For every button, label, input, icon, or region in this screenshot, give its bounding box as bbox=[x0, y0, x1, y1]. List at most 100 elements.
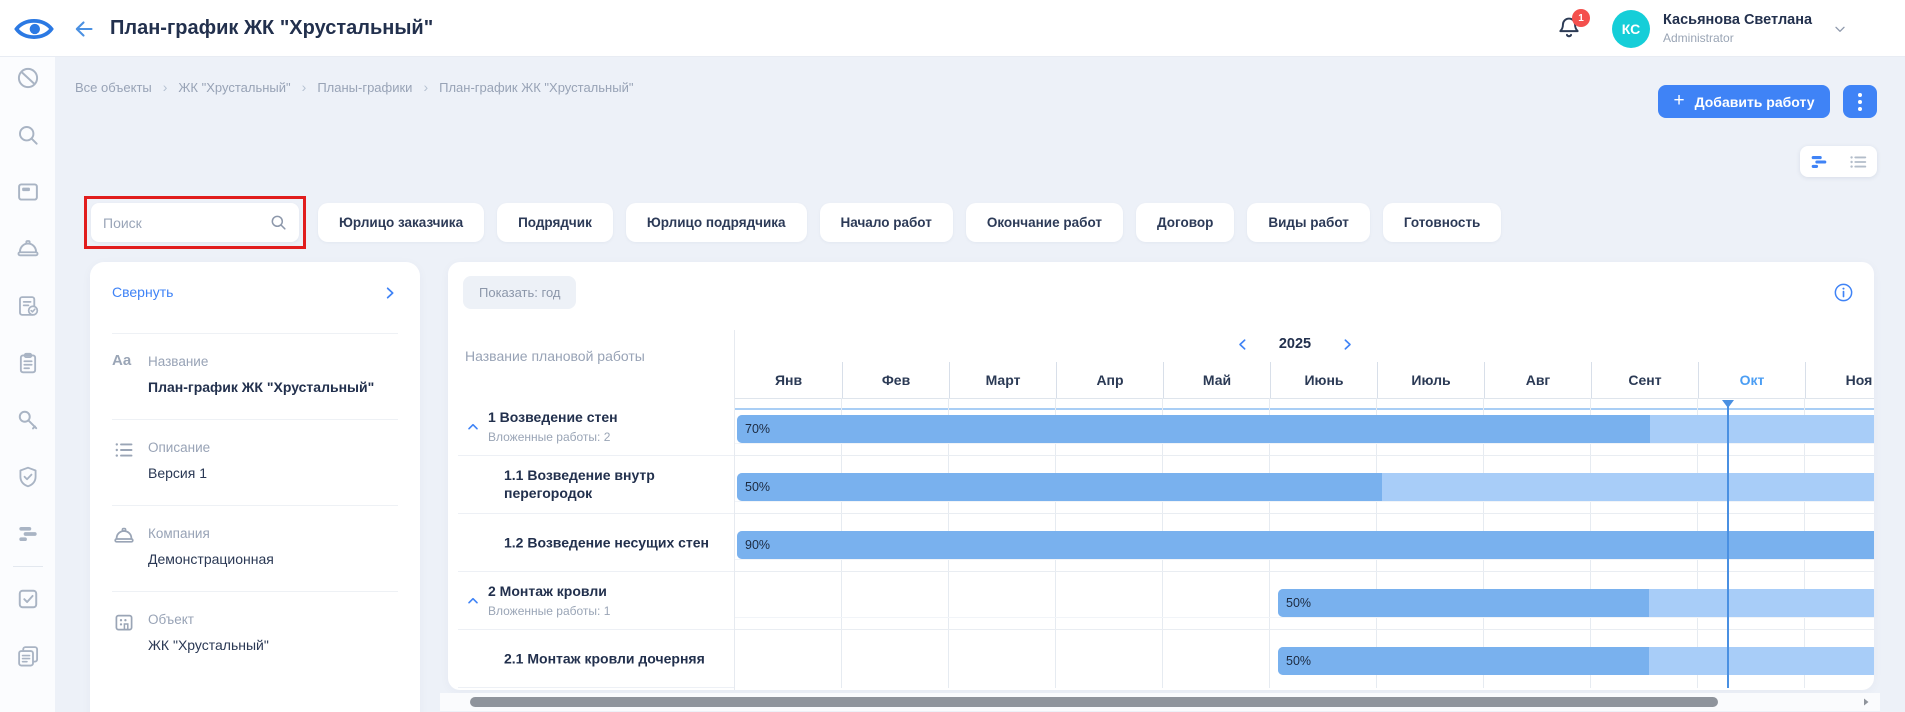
back-arrow-icon[interactable] bbox=[72, 17, 96, 41]
month-header-cell: Сент bbox=[1591, 362, 1698, 398]
field-value: План-график ЖК "Хрустальный" bbox=[148, 379, 398, 395]
plan-field: КомпанияДемонстрационная bbox=[112, 505, 398, 591]
prev-year-chevron-left-icon[interactable] bbox=[1235, 337, 1250, 352]
plan-field: ОбъектЖК "Хрустальный" bbox=[112, 591, 398, 677]
list-view-icon[interactable] bbox=[1847, 151, 1869, 173]
scrollbar-thumb[interactable] bbox=[470, 697, 1718, 707]
breadcrumb-separator-icon: › bbox=[163, 79, 168, 95]
shield-check-icon bbox=[15, 464, 41, 490]
scrollbar-right-arrow-icon[interactable] bbox=[1860, 696, 1872, 708]
filter-chip[interactable]: Виды работ bbox=[1247, 203, 1370, 242]
row-sub-gridline bbox=[735, 501, 1874, 502]
sidebar-item-copy[interactable] bbox=[15, 643, 41, 669]
filter-chip[interactable]: Начало работ bbox=[820, 203, 953, 242]
month-header-row: ЯнвФевМартАпрМайИюньИюльАвгСентОктНоя bbox=[735, 362, 1874, 398]
progress-label: 90% bbox=[745, 538, 770, 552]
checkbox-icon bbox=[15, 586, 41, 612]
breadcrumb: Все объекты›ЖК "Хрустальный"›Планы-графи… bbox=[75, 79, 633, 95]
gantt-bar[interactable]: 70% bbox=[737, 415, 1874, 443]
horizontal-scrollbar bbox=[440, 693, 1880, 711]
sidebar-item-key[interactable] bbox=[15, 407, 41, 433]
plan-field: AaНазваниеПлан-график ЖК "Хрустальный" bbox=[112, 333, 398, 419]
year-navigation: 2025 bbox=[1235, 334, 1355, 354]
field-label: Название bbox=[148, 354, 398, 369]
building-icon bbox=[112, 610, 136, 634]
task-name: 1.2 Возведение несущих стен bbox=[504, 533, 726, 552]
gantt-bar[interactable]: 50% bbox=[1278, 647, 1874, 675]
user-menu-chevron-down-icon[interactable] bbox=[1832, 21, 1848, 37]
breadcrumb-item[interactable]: План-график ЖК "Хрустальный" bbox=[439, 80, 633, 95]
row-gridline bbox=[735, 571, 1874, 572]
month-header-cell: Авг bbox=[1484, 362, 1591, 398]
gantt-chart: 2025 ЯнвФевМартАпрМайИюньИюльАвгСентОктН… bbox=[735, 262, 1874, 690]
gantt-bar-progress bbox=[1278, 647, 1649, 675]
field-value: Версия 1 bbox=[148, 465, 398, 481]
task-subtitle: Вложенные работы: 1 bbox=[488, 603, 726, 619]
filter-chip-row: Юрлицо заказчика Подрядчик Юрлицо подрядчи… bbox=[318, 203, 1501, 242]
gantt-bar[interactable]: 90% bbox=[737, 531, 1874, 559]
more-actions-button[interactable] bbox=[1843, 85, 1877, 118]
month-header-cell: Март bbox=[949, 362, 1056, 398]
breadcrumb-item[interactable]: ЖК "Хрустальный" bbox=[178, 80, 290, 95]
search-icon[interactable] bbox=[269, 213, 288, 232]
task-row[interactable]: 1.2 Возведение несущих стен bbox=[458, 514, 734, 572]
avatar[interactable]: КС bbox=[1612, 10, 1650, 48]
gantt-nav-icon bbox=[15, 521, 41, 547]
row-gridline bbox=[735, 455, 1874, 456]
search-input[interactable] bbox=[103, 203, 263, 242]
app-logo-eye-icon[interactable] bbox=[14, 13, 54, 45]
sidebar-item-shield-check[interactable] bbox=[15, 464, 41, 490]
gantt-bar[interactable]: 50% bbox=[1278, 589, 1874, 617]
sidebar-item-helmet[interactable] bbox=[15, 236, 41, 262]
plan-check-icon bbox=[15, 293, 41, 319]
field-label: Объект bbox=[148, 612, 398, 627]
task-row[interactable]: 2 Монтаж кровлиВложенные работы: 1 bbox=[458, 572, 734, 630]
chevron-up-icon[interactable] bbox=[465, 593, 481, 609]
progress-label: 50% bbox=[745, 480, 770, 494]
sidebar-item-checkbox[interactable] bbox=[15, 586, 41, 612]
gantt-view-icon[interactable] bbox=[1808, 151, 1830, 173]
sidebar-item-search[interactable] bbox=[15, 122, 41, 148]
next-year-chevron-right-icon[interactable] bbox=[1340, 337, 1355, 352]
task-row[interactable]: 1.1 Возведение внутр перегородок bbox=[458, 456, 734, 514]
sidebar-item-gantt-nav[interactable] bbox=[15, 521, 41, 547]
filter-chip[interactable]: Окончание работ bbox=[966, 203, 1123, 242]
notifications-button[interactable]: 1 bbox=[1556, 14, 1590, 46]
gantt-bar[interactable]: 50% bbox=[737, 473, 1874, 501]
today-line bbox=[1727, 400, 1729, 688]
row-gridline bbox=[735, 513, 1874, 514]
filter-chip[interactable]: Подрядчик bbox=[497, 203, 613, 242]
task-list-rows: 1 Возведение стенВложенные работы: 2 1.1 … bbox=[448, 398, 734, 688]
sidebar-item-plan-check[interactable] bbox=[15, 293, 41, 319]
chevron-right-icon[interactable] bbox=[382, 285, 398, 301]
view-toggle bbox=[1800, 146, 1877, 177]
filter-chip[interactable]: Договор bbox=[1136, 203, 1234, 242]
kebab-icon bbox=[1858, 93, 1862, 111]
breadcrumb-item[interactable]: Планы-графики bbox=[317, 80, 412, 95]
collapse-link[interactable]: Свернуть bbox=[112, 284, 173, 300]
task-name: 1 Возведение стенВложенные работы: 2 bbox=[488, 407, 726, 445]
chevron-up-icon[interactable] bbox=[465, 419, 481, 435]
breadcrumb-item[interactable]: Все объекты bbox=[75, 80, 152, 95]
add-work-button[interactable]: + Добавить работу bbox=[1658, 85, 1830, 118]
task-row[interactable]: 2.1 Монтаж кровли дочерняя bbox=[458, 630, 734, 688]
month-header-cell: Окт bbox=[1698, 362, 1805, 398]
collapse-row: Свернуть bbox=[112, 284, 398, 304]
sidebar-item-panel[interactable] bbox=[15, 179, 41, 205]
sidebar-item-clipboard[interactable] bbox=[15, 350, 41, 376]
row-sub-gridline bbox=[735, 443, 1874, 444]
filter-chip[interactable]: Готовность bbox=[1383, 203, 1502, 242]
task-row[interactable]: 1 Возведение стенВложенные работы: 2 bbox=[458, 398, 734, 456]
app-root: { "topbar": { "title": "План-график ЖК \… bbox=[0, 0, 1905, 712]
sidebar-item-ban[interactable] bbox=[15, 65, 41, 91]
month-header-cell: Июль bbox=[1377, 362, 1484, 398]
plan-fields: AaНазваниеПлан-график ЖК "Хрустальный"Оп… bbox=[90, 333, 420, 677]
left-nav-rail bbox=[0, 57, 55, 712]
progress-label: 70% bbox=[745, 422, 770, 436]
add-work-label: Добавить работу bbox=[1695, 94, 1815, 110]
scale-selector-chip[interactable]: Показать: год bbox=[463, 276, 576, 309]
month-header-cell: Фев bbox=[842, 362, 949, 398]
field-label: Описание bbox=[148, 440, 398, 455]
filter-chip[interactable]: Юрлицо заказчика bbox=[318, 203, 484, 242]
filter-chip[interactable]: Юрлицо подрядчика bbox=[626, 203, 807, 242]
